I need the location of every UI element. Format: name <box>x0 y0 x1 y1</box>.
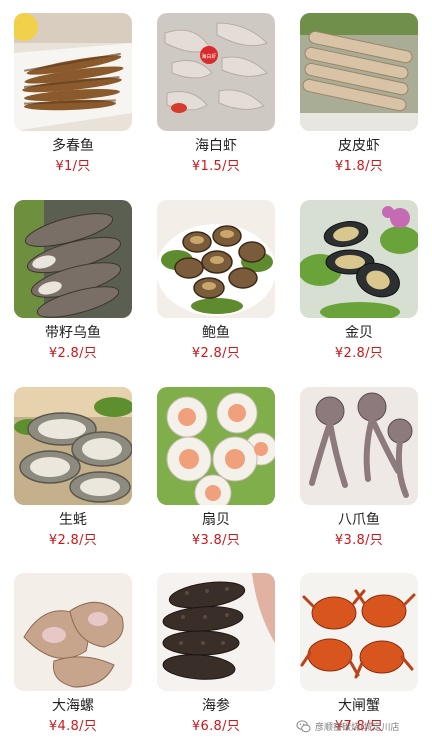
item-name: 海白虾 <box>195 138 237 154</box>
item-name: 大海螺 <box>52 698 94 714</box>
item-name: 海参 <box>202 698 230 714</box>
item-name: 八爪鱼 <box>338 512 380 528</box>
menu-item[interactable]: 多春鱼 ¥1/只 <box>14 13 132 175</box>
menu-item[interactable]: 大闸蟹 ¥7.8/只 <box>300 573 418 735</box>
item-price: ¥4.8/只 <box>48 719 98 734</box>
item-price: ¥1/只 <box>55 159 91 174</box>
menu-item[interactable]: 海白虾 海白虾 ¥1.5/只 <box>157 13 275 175</box>
item-name: 金贝 <box>345 325 373 341</box>
oysters-photo <box>14 387 132 505</box>
item-name: 鲍鱼 <box>202 325 230 341</box>
squid-with-roe-photo <box>14 200 132 318</box>
item-name: 皮皮虾 <box>338 138 380 154</box>
menu-item[interactable]: 八爪鱼 ¥3.8/只 <box>300 387 418 549</box>
item-price: ¥2.8/只 <box>48 533 98 548</box>
menu-item[interactable]: 生蚝 ¥2.8/只 <box>14 387 132 549</box>
seafood-menu-grid: 多春鱼 ¥1/只 海白虾 海白虾 ¥1.5/只 皮皮虾 ¥1.8/只 带籽乌鱼 … <box>0 0 432 743</box>
white-shrimp-photo: 海白虾 <box>157 13 275 131</box>
menu-item[interactable]: 金贝 ¥2.8/只 <box>300 200 418 362</box>
item-price: ¥2.8/只 <box>191 346 241 361</box>
item-name: 带籽乌鱼 <box>45 325 101 341</box>
conch-photo <box>14 573 132 691</box>
item-price: ¥1.5/只 <box>191 159 241 174</box>
fish-skewers-photo <box>14 13 132 131</box>
item-name: 扇贝 <box>202 512 230 528</box>
menu-item[interactable]: 皮皮虾 ¥1.8/只 <box>300 13 418 175</box>
menu-item[interactable]: 带籽乌鱼 ¥2.8/只 <box>14 200 132 362</box>
menu-item[interactable]: 鲍鱼 ¥2.8/只 <box>157 200 275 362</box>
item-price: ¥3.8/只 <box>191 533 241 548</box>
item-name: 大闸蟹 <box>338 698 380 714</box>
item-price: ¥6.8/只 <box>191 719 241 734</box>
svg-text:海白虾: 海白虾 <box>201 53 216 60</box>
item-price: ¥3.8/只 <box>334 533 384 548</box>
watermark-text: 彦顺窑碳烧(城定川店 <box>315 722 400 733</box>
mussels-photo <box>300 200 418 318</box>
scallops-photo <box>157 387 275 505</box>
item-name: 生蚝 <box>59 512 87 528</box>
menu-item[interactable]: 海参 ¥6.8/只 <box>157 573 275 735</box>
item-name: 多春鱼 <box>52 138 94 154</box>
sea-cucumber-photo <box>157 573 275 691</box>
item-price: ¥1.8/只 <box>334 159 384 174</box>
account-watermark: 彦顺窑碳烧(城定川店 <box>296 716 428 736</box>
item-price: ¥2.8/只 <box>48 346 98 361</box>
octopus-photo <box>300 387 418 505</box>
hairy-crab-photo <box>300 573 418 691</box>
wechat-icon <box>296 719 311 734</box>
menu-item[interactable]: 大海螺 ¥4.8/只 <box>14 573 132 735</box>
item-price: ¥2.8/只 <box>334 346 384 361</box>
mantis-shrimp-photo <box>300 13 418 131</box>
menu-item[interactable]: 扇贝 ¥3.8/只 <box>157 387 275 549</box>
abalone-photo <box>157 200 275 318</box>
